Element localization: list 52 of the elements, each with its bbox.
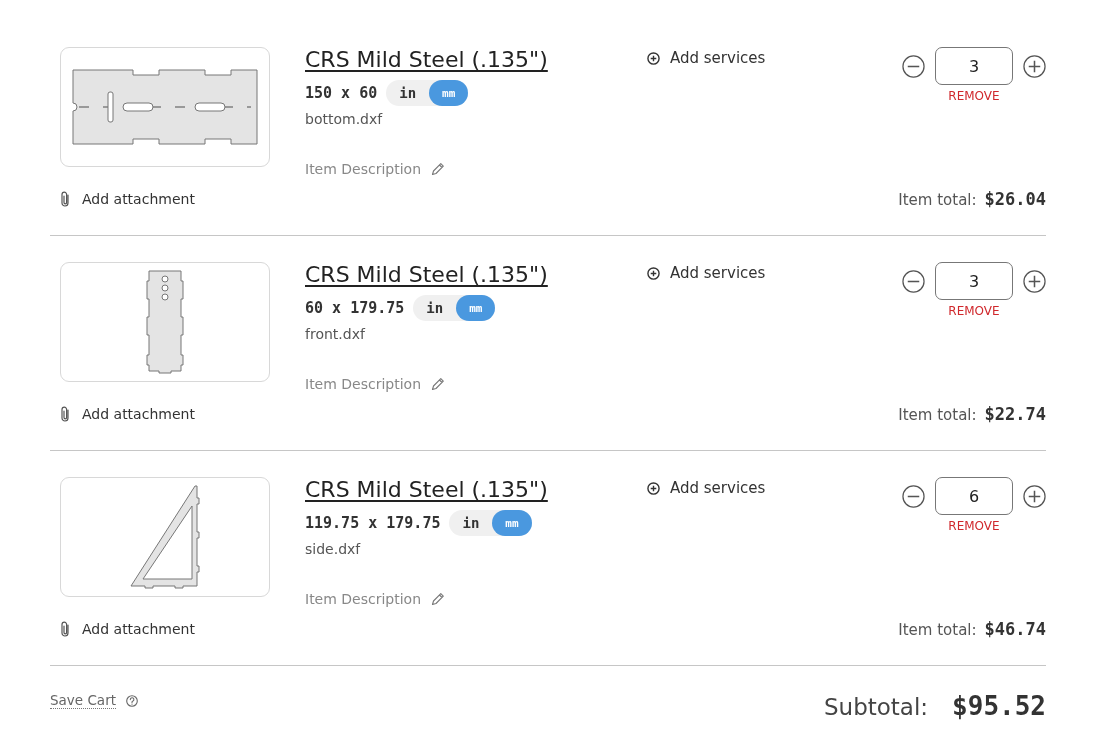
add-services-button[interactable]: Add services [647,47,766,69]
file-name: side.dxf [305,541,361,557]
paperclip-icon [61,621,69,637]
pencil-icon [431,162,446,176]
plus-icon[interactable] [1023,54,1046,78]
minus-icon[interactable] [902,54,925,78]
plus-icon[interactable] [1023,269,1046,293]
product-title-link[interactable]: CRS Mild Steel (.135") [305,262,548,288]
remove-link[interactable]: REMOVE [948,89,1000,103]
item-description-button[interactable]: Item Description [305,591,446,607]
paperclip-icon [61,406,69,422]
remove-link[interactable]: REMOVE [948,304,1000,318]
add-services-button[interactable]: Add services [647,262,766,284]
subtotal-amount: $95.52 [952,691,1046,721]
save-cart-link[interactable]: Save Cart [50,692,116,709]
unit-option[interactable]: in [413,295,457,321]
quantity-field[interactable]: 6 [935,477,1013,515]
paperclip-icon [61,191,69,207]
part-dimensions: 60 x 179.75 [305,299,405,317]
remove-link[interactable]: REMOVE [948,519,1000,533]
item-description-button[interactable]: Item Description [305,161,446,177]
add-attachment-button[interactable]: Add attachment [61,191,195,207]
item-total-amount: $22.74 [984,404,1046,424]
file-name: bottom.dxf [305,111,383,127]
quantity-field[interactable]: 3 [935,47,1013,85]
item-total-label: Item total: [898,191,977,209]
add-services-button[interactable]: Add services [647,477,766,499]
plus-icon[interactable] [1023,484,1046,508]
item-total-amount: $46.74 [984,619,1046,639]
item-description-button[interactable]: Item Description [305,376,446,392]
product-title-link[interactable]: CRS Mild Steel (.135") [305,477,548,503]
unit-option[interactable]: in [449,510,493,536]
part-dimensions: 150 x 60 [305,84,378,102]
quantity-field[interactable]: 3 [935,262,1013,300]
pencil-icon [431,592,446,606]
minus-icon[interactable] [902,269,925,293]
plus-circle-icon [647,481,660,495]
part-dimensions: 119.75 x 179.75 [305,514,441,532]
minus-icon[interactable] [902,484,925,508]
item-total-label: Item total: [898,621,977,639]
add-attachment-button[interactable]: Add attachment [61,621,195,637]
pencil-icon [431,377,446,391]
subtotal-label: Subtotal: [823,693,929,722]
plus-circle-icon [647,266,660,280]
item-total-label: Item total: [898,406,977,424]
unit-option[interactable]: in [386,80,430,106]
plus-circle-icon [647,51,660,65]
add-attachment-button[interactable]: Add attachment [61,406,195,422]
product-title-link[interactable]: CRS Mild Steel (.135") [305,47,548,73]
file-name: front.dxf [305,326,365,342]
help-icon[interactable] [126,694,138,707]
item-total-amount: $26.04 [984,189,1046,209]
